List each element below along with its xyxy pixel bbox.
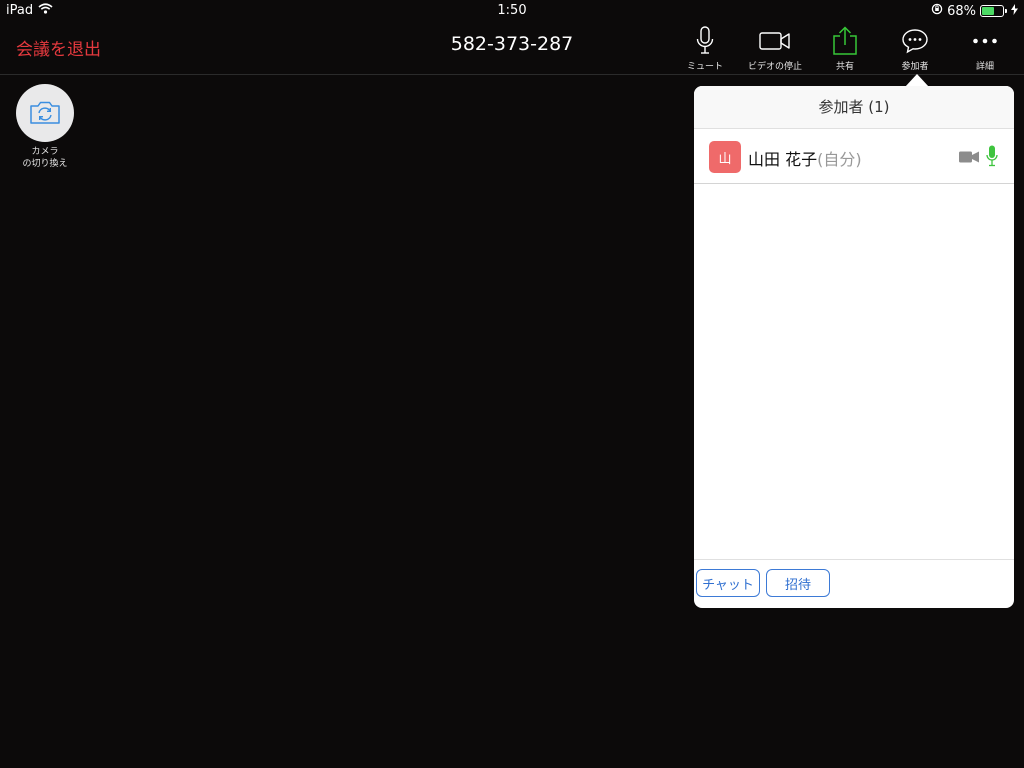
stop-video-label: ビデオの停止 [747,62,802,72]
status-bar: iPad 1:50 68% [0,0,1024,22]
self-tag: (自分) [817,150,862,169]
more-button[interactable]: 詳細 [947,26,1023,72]
mute-label: ミュート [686,62,723,72]
mute-button[interactable]: ミュート [667,26,743,72]
chat-button[interactable]: チャット [696,569,760,597]
microphone-icon [667,26,743,56]
participants-label: 参加者 [901,62,929,72]
switch-camera-label-line1: カメラ [31,147,59,157]
switch-camera-button[interactable]: カメラ の切り換え [16,84,74,170]
participants-button[interactable]: 参加者 [877,26,953,72]
chat-bubble-icon [877,26,953,56]
share-label: 共有 [835,62,854,72]
share-icon [807,26,883,56]
charging-icon [1011,3,1018,19]
more-label: 詳細 [975,62,994,72]
stop-video-button[interactable]: ビデオの停止 [737,26,813,72]
popover-title: 参加者 (1) [694,86,1014,129]
participant-name-text: 山田 花子 [748,150,818,169]
invite-button[interactable]: 招待 [766,569,830,597]
switch-camera-label-line2: の切り換え [22,159,68,169]
meeting-toolbar: 会議を退出 582-373-287 ミュート ビデオの停止 共有 参加者 詳細 [0,22,1024,75]
video-camera-icon [959,149,980,168]
avatar: 山 [709,141,741,173]
participant-status-icons [959,145,998,171]
switch-camera-label: カメラ の切り換え [0,146,90,170]
status-time: 1:50 [497,3,527,18]
more-icon [947,26,1023,56]
battery-percent: 68% [947,3,976,19]
status-right: 68% [931,3,1018,19]
battery-icon [980,5,1007,17]
microphone-icon [986,145,998,171]
video-camera-icon [737,26,813,56]
popover-footer: チャット 招待 [694,559,1014,608]
share-button[interactable]: 共有 [807,26,883,72]
battery-level [982,7,995,15]
participants-popover: 参加者 (1) 山 山田 花子(自分) チャット 招待 [694,86,1014,608]
participant-name: 山田 花子(自分) [748,146,862,170]
leave-meeting-button[interactable]: 会議を退出 [16,35,101,60]
participant-row[interactable]: 山 山田 花子(自分) [694,129,1014,184]
camera-switch-icon [16,84,74,142]
rotation-lock-icon [931,3,943,19]
